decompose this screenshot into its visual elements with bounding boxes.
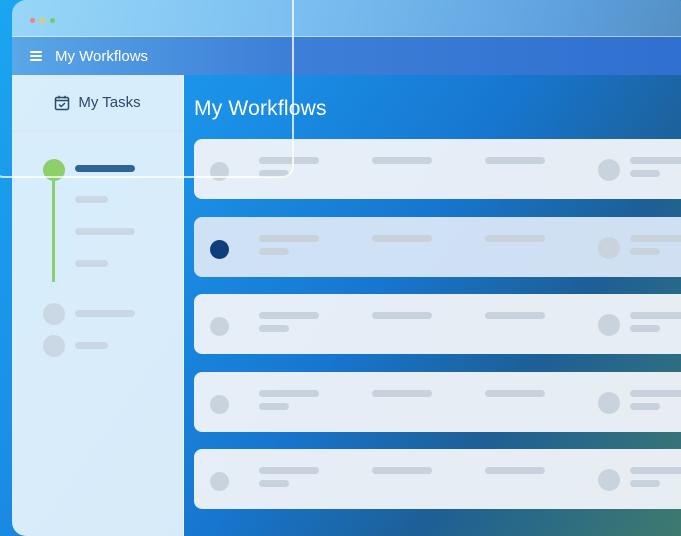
workflow-row-placeholder xyxy=(259,312,319,319)
workflow-row-placeholder xyxy=(630,467,681,474)
workflow-row-placeholder xyxy=(259,157,319,164)
workflow-row-placeholder xyxy=(259,467,319,474)
assignee-avatar xyxy=(598,392,620,414)
workflow-row-placeholder xyxy=(259,235,319,242)
workflow-row-placeholder xyxy=(630,480,660,487)
workflow-status-dot xyxy=(210,240,229,259)
timeline-node[interactable] xyxy=(43,335,65,357)
workflow-row-placeholder xyxy=(630,248,660,255)
maximize-window-dot[interactable] xyxy=(50,18,55,23)
assignee-avatar xyxy=(598,314,620,336)
sidebar-tab-my-tasks[interactable]: My Tasks xyxy=(12,75,183,132)
sidebar: My Tasks xyxy=(12,75,184,536)
page-title: My Workflows xyxy=(194,97,327,120)
workflow-row-placeholder xyxy=(630,403,660,410)
workflow-row-placeholder xyxy=(259,390,319,397)
workflow-row-placeholder xyxy=(259,403,289,410)
workflow-row-placeholder xyxy=(485,235,545,242)
workflow-row-placeholder xyxy=(630,325,660,332)
timeline-subitem[interactable] xyxy=(75,196,108,203)
workflow-row-placeholder xyxy=(630,235,681,242)
workflow-row[interactable] xyxy=(194,217,681,277)
assignee-avatar xyxy=(598,159,620,181)
timeline-node[interactable] xyxy=(43,303,65,325)
workflow-row-placeholder xyxy=(259,248,289,255)
timeline-node-active[interactable] xyxy=(43,159,65,181)
workflow-row-placeholder xyxy=(259,480,289,487)
workflow-row-placeholder xyxy=(485,390,545,397)
workflow-row[interactable] xyxy=(194,449,681,509)
window-titlebar xyxy=(12,0,681,37)
timeline-item[interactable] xyxy=(75,342,108,349)
workflow-row-placeholder xyxy=(485,467,545,474)
timeline-line xyxy=(52,170,55,282)
calendar-check-icon xyxy=(55,95,70,110)
workflow-row-placeholder xyxy=(259,170,289,177)
workflow-status-dot xyxy=(210,472,229,491)
workflow-row-placeholder xyxy=(372,235,432,242)
timeline-subitem[interactable] xyxy=(75,228,135,235)
workflow-row-placeholder xyxy=(630,312,681,319)
timeline-item[interactable] xyxy=(75,310,135,317)
workflow-row-placeholder xyxy=(485,157,545,164)
workflow-status-dot xyxy=(210,395,229,414)
workflow-row[interactable] xyxy=(194,372,681,432)
workflow-row-placeholder xyxy=(372,390,432,397)
workflow-row-placeholder xyxy=(259,325,289,332)
workflow-status-dot xyxy=(210,162,229,181)
workflow-row-placeholder xyxy=(372,312,432,319)
workflow-row[interactable] xyxy=(194,294,681,354)
workflow-row-placeholder xyxy=(630,157,681,164)
minimize-window-dot[interactable] xyxy=(40,18,45,23)
workflow-row-placeholder xyxy=(630,170,660,177)
workflow-row[interactable] xyxy=(194,139,681,199)
timeline-item-active[interactable] xyxy=(75,165,135,172)
sidebar-header-label: My Tasks xyxy=(78,94,141,111)
assignee-avatar xyxy=(598,237,620,259)
workflow-status-dot xyxy=(210,317,229,336)
assignee-avatar xyxy=(598,469,620,491)
workflow-row-placeholder xyxy=(372,467,432,474)
workflow-row-placeholder xyxy=(630,390,681,397)
workflow-row-placeholder xyxy=(372,157,432,164)
menu-icon[interactable] xyxy=(30,51,42,61)
app-title: My Workflows xyxy=(55,47,149,65)
timeline-subitem[interactable] xyxy=(75,260,108,267)
close-window-dot[interactable] xyxy=(30,18,35,23)
workflow-row-placeholder xyxy=(485,312,545,319)
app-bar: My Workflows xyxy=(12,37,681,75)
